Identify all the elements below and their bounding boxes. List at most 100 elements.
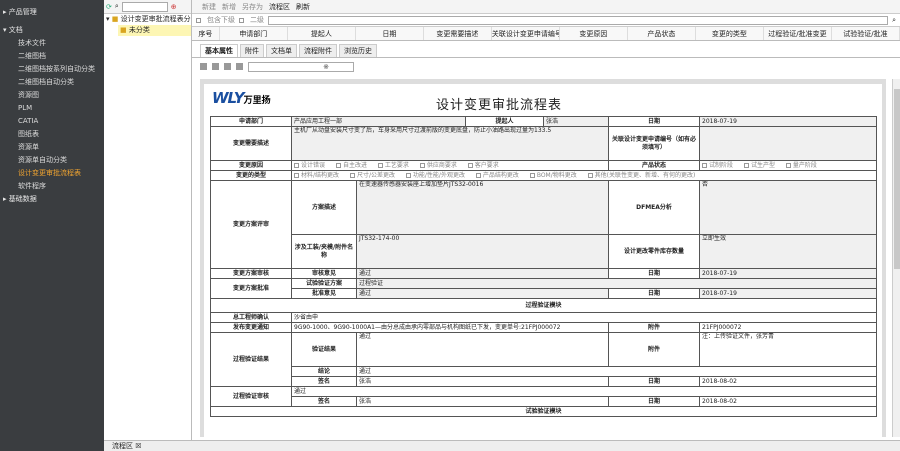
sidebar-item-product[interactable]: ▸ 产品管理 [0,6,104,19]
col-header[interactable]: 变更需要描述 [424,27,492,40]
tab-attachments[interactable]: 附件 [240,44,264,57]
value-plan-desc[interactable]: 在变速器传感器安装座上增加垫片JTS32-0016 [355,180,610,235]
search-icon[interactable]: ⌕ [892,16,896,25]
value-sign-date[interactable]: 2018-08-02 [699,376,878,387]
flow-area-tab[interactable]: 流程区 ☒ [112,442,142,450]
value-approve-opinion[interactable]: 通过 [355,288,610,299]
label-reason: 变更原因 [210,160,292,171]
value-notice[interactable]: 9G90-1000、9G90-1000A1—由分总成由承内零部品与机构图纸已下发… [290,322,610,333]
value-audit-opinion[interactable]: 通过 [355,268,610,279]
tab-flow-attachments[interactable]: 流程附件 [299,44,337,57]
value-dept[interactable]: 产品应用工程一部 [290,116,467,127]
col-header[interactable]: 关联设计变更申请编号 [492,27,560,40]
tree-node-uncategorized[interactable]: ■ 未分类 [118,25,191,36]
value-audit-date[interactable]: 2018-07-19 [699,268,878,279]
reason-opt[interactable]: 自主改进 [335,162,367,169]
type-opt[interactable]: 其他(关联性变更、新增、有何的更改) [587,172,695,179]
value-dfmea[interactable]: 否 [699,180,878,235]
sidebar-item-documents[interactable]: ▾ 文档 [0,24,104,37]
label-plan-review: 变更方案评审 [210,180,292,269]
col-header[interactable]: 试验验证/批准 [832,27,900,40]
value-audit-sign-date[interactable]: 2018-08-02 [699,396,878,407]
refresh-button[interactable]: 刷新 [296,2,310,12]
status-opt[interactable]: 试生产型 [743,162,775,169]
type-opt[interactable]: 尺寸/公差更改 [349,172,395,179]
type-opt[interactable]: 产品结构更改 [475,172,519,179]
value-audit-sign[interactable]: 张浩 [355,396,610,407]
type-opt[interactable]: 功能/性能/外观更改 [405,172,465,179]
sidebar-item-drawing-table[interactable]: 图纸表 [0,128,104,141]
search-icon[interactable]: ⌕ [115,2,119,11]
tab-doc-list[interactable]: 文档单 [266,44,297,57]
value-verify-audit[interactable]: 通过 [290,386,878,397]
sidebar-item-2d-drawings[interactable]: 二维图档 [0,50,104,63]
value-conclusion[interactable]: 通过 [355,366,878,377]
value-sign[interactable]: 张浩 [355,376,610,387]
value-result-attach[interactable]: 注：上传验证文件，张芳青 [699,332,878,367]
reason-opt[interactable]: 客户要求 [467,162,499,169]
value-chief-confirm[interactable]: 沙省由申 [290,312,878,323]
value-proposer[interactable]: 张浩 [543,116,610,127]
sidebar-item-software[interactable]: 软件程序 [0,180,104,193]
vertical-scrollbar[interactable] [892,79,900,437]
tree-node-root[interactable]: ▾ ■ 设计变更审批流程表分类 [104,14,191,25]
tab-history[interactable]: 浏览历史 [339,44,377,57]
col-header[interactable]: 变更的类型 [696,27,764,40]
value-stock[interactable]: 立即生效 [699,234,878,269]
label-result: 验证结果 [291,332,357,367]
scrollbar-thumb[interactable] [894,89,900,269]
sheet-select[interactable]: ※ [248,61,354,72]
save-icon[interactable] [200,63,207,70]
type-opt[interactable]: BOM/物料更改 [529,172,577,179]
print-icon[interactable] [212,63,219,70]
sidebar-item-tech-files[interactable]: 技术文件 [0,37,104,50]
filter-bar: 包含下级 二级 ⌕ [192,14,900,27]
sidebar-item-resource-map[interactable]: 资源图 [0,89,104,102]
value-tooling[interactable]: JTS32-174-00 [355,234,610,269]
add-icon[interactable]: ⊕ [171,3,177,11]
reason-opt[interactable]: 工艺要求 [377,162,409,169]
value-approve-date[interactable]: 2018-07-19 [699,288,878,299]
level-two-checkbox[interactable] [239,17,244,23]
add-button[interactable]: 新增 [222,2,236,12]
value-result[interactable]: 通过 [355,332,610,367]
sidebar-item-2d-series[interactable]: 二维图档按系列自动分类 [0,63,104,76]
value-date[interactable]: 2018-07-19 [699,116,878,127]
sidebar-item-plm[interactable]: PLM [0,102,104,115]
refresh-icon[interactable]: ⟳ [106,3,112,11]
value-related-no[interactable] [699,126,878,161]
include-sub-checkbox[interactable] [196,17,201,23]
col-header[interactable]: 产品状态 [628,27,696,40]
col-header[interactable]: 过程验证/批准变更 [764,27,832,40]
export-icon[interactable] [224,63,231,70]
tree-search-input[interactable] [121,1,168,12]
new-button[interactable]: 新建 [202,2,216,12]
reason-opt[interactable]: 供应商要求 [419,162,457,169]
col-header[interactable]: 变更原因 [560,27,628,40]
sidebar-item-catia[interactable]: CATIA [0,115,104,128]
sidebar-item-2d-auto[interactable]: 二维图档自动分类 [0,76,104,89]
export-pdf-icon[interactable] [236,63,243,70]
value-change-desc[interactable]: 主机厂从动盘安装尺寸变了后，车身采用尺寸过渡前版的变更底盘，防止小油路出现过量为… [290,126,610,161]
label-sign-date: 日期 [608,376,701,387]
company-logo: WLY万里扬 [212,89,271,107]
status-opt[interactable]: 试制阶段 [702,162,733,169]
tab-basic[interactable]: 基本属性 [200,44,238,57]
col-header[interactable]: 提起人 [288,27,356,40]
value-test-plan[interactable]: 过程验证 [355,278,878,289]
sidebar-item-resource-list[interactable]: 资源单 [0,141,104,154]
flow-area-button[interactable]: 流程区 [269,2,290,12]
tree-root-label: 设计变更审批流程表分类 [120,15,191,23]
reason-opt[interactable]: 设计错误 [294,162,325,169]
value-notice-attach[interactable]: 21FPJ000072 [699,322,878,333]
filter-input[interactable] [268,15,888,25]
col-header[interactable]: 序号 [192,27,220,40]
sidebar-item-resource-auto[interactable]: 资源单自动分类 [0,154,104,167]
type-opt[interactable]: 材料/结构更改 [294,172,339,179]
status-opt[interactable]: 量产阶段 [785,162,817,169]
save-as-button[interactable]: 另存为 [242,2,263,12]
col-header[interactable]: 申请部门 [220,27,288,40]
sidebar-item-base-data[interactable]: ▸ 基础数据 [0,193,104,206]
col-header[interactable]: 日期 [356,27,424,40]
sidebar-item-change-approval[interactable]: 设计变更审批流程表 [0,167,104,180]
